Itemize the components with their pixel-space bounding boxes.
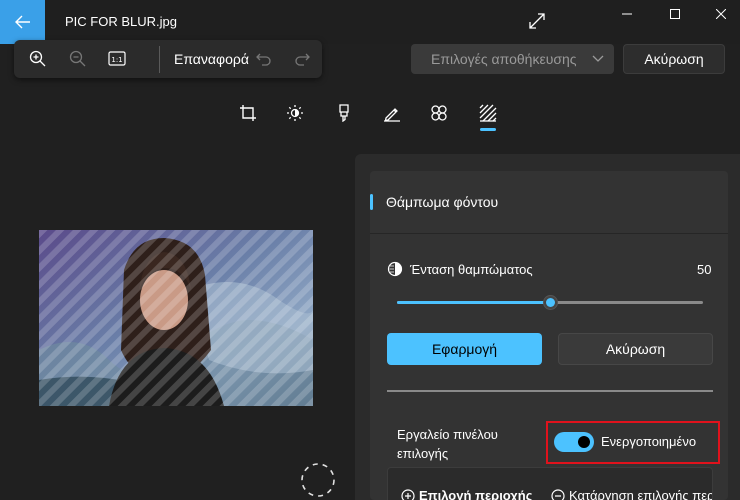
svg-text:1:1: 1:1 [111,56,122,64]
remove-circle-icon [551,488,565,500]
photo-preview[interactable] [39,230,313,406]
background-blur-icon[interactable] [478,103,498,123]
brush-tool-state: Ενεργοποιημένο [601,434,697,449]
close-button[interactable] [698,0,740,28]
blur-intensity-slider[interactable] [397,295,703,310]
background-blur-panel: Θάμπωμα φόντου Ένταση θαμπώματος 50 Εφαρ… [355,154,740,500]
actual-size-icon[interactable]: 1:1 [107,49,127,69]
brush-tool-label: Εργαλείο πινέλου επιλογής [397,427,498,461]
panel-divider [387,390,713,392]
erase-icon[interactable] [429,103,449,123]
section-indicator [370,194,373,210]
back-button[interactable] [0,0,45,44]
apply-button[interactable]: Εφαρμογή [387,333,542,365]
reset-button[interactable]: Επαναφορά [174,51,249,67]
blur-settings-card: Θάμπωμα φόντου Ένταση θαμπώματος 50 Εφαρ… [370,171,728,500]
active-tool-indicator [480,128,496,131]
brightness-icon[interactable] [285,103,305,123]
crop-icon[interactable] [238,103,258,123]
zoom-in-icon[interactable] [28,49,48,69]
undo-icon[interactable] [254,49,274,69]
chevron-down-icon [592,55,604,62]
blur-intensity-label: Ένταση θαμπώματος [410,262,533,277]
cancel-button[interactable]: Ακύρωση [623,44,725,74]
view-toolbar: 1:1 Επαναφορά [14,40,322,78]
zoom-out-icon[interactable] [68,49,88,69]
section-title: Θάμπωμα φόντου [386,194,499,210]
marker-icon[interactable] [334,103,354,123]
blur-intensity-icon [387,261,403,277]
deselect-area-label: Κατάργηση επιλογής περιοχής [569,488,712,500]
minimize-button[interactable] [604,0,650,28]
section-divider [370,233,728,234]
minimize-icon [622,13,632,15]
add-circle-icon [401,488,415,500]
loading-spinner-icon [301,463,335,497]
expand-icon[interactable] [528,12,546,30]
slider-fill [397,301,550,304]
redo-icon[interactable] [292,49,312,69]
window-title: PIC FOR BLUR.jpg [65,14,177,29]
close-icon [716,9,726,19]
draw-icon[interactable] [382,103,402,123]
select-area-button[interactable]: Επιλογή περιοχής [401,488,532,500]
selection-actions: Επιλογή περιοχής Κατάργηση επιλογής περι… [387,467,713,500]
brush-tool-toggle[interactable] [554,432,594,452]
panel-cancel-button[interactable]: Ακύρωση [558,333,713,365]
arrow-left-icon [14,15,30,29]
save-options-dropdown[interactable]: Επιλογές αποθήκευσης [411,44,614,74]
maximize-button[interactable] [652,0,698,28]
title-bar: PIC FOR BLUR.jpg [0,0,740,44]
save-options-label: Επιλογές αποθήκευσης [431,51,577,67]
slider-thumb[interactable] [543,295,558,310]
toolbar-divider [159,46,160,73]
select-area-label: Επιλογή περιοχής [419,488,533,500]
blur-intensity-value: 50 [697,262,712,277]
maximize-icon [670,9,680,19]
deselect-area-button[interactable]: Κατάργηση επιλογής περιοχής [551,488,712,500]
